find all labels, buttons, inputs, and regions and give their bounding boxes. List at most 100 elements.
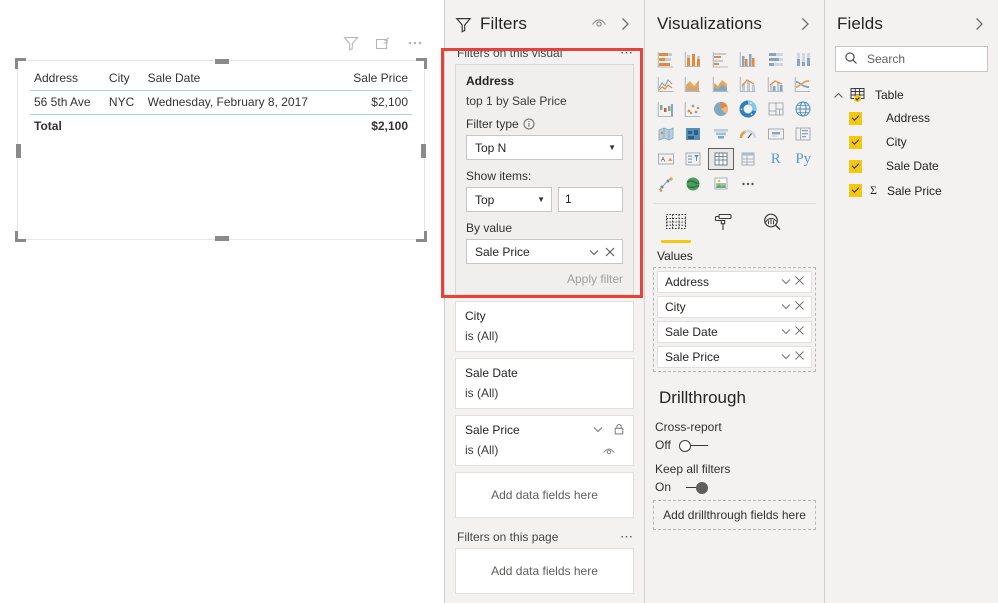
- filter-type-dropdown[interactable]: Top N ▼: [466, 135, 623, 160]
- well-item-city[interactable]: City: [657, 296, 812, 318]
- map-icon[interactable]: [791, 98, 817, 120]
- 100-stacked-column-chart-icon[interactable]: [791, 48, 817, 70]
- filter-icon[interactable]: [342, 34, 360, 52]
- field-row-city[interactable]: City: [825, 130, 998, 154]
- field-row-sale-date[interactable]: Sale Date: [825, 154, 998, 178]
- resize-handle-top-center[interactable]: [215, 59, 229, 64]
- chevron-right-icon[interactable]: [796, 15, 814, 33]
- chevron-up-icon[interactable]: [833, 90, 844, 101]
- resize-handle-middle-left[interactable]: [16, 144, 21, 158]
- eye-icon[interactable]: [590, 15, 608, 33]
- field-checkbox-sale-date[interactable]: [849, 159, 862, 173]
- resize-handle-bottom-center[interactable]: [215, 236, 229, 241]
- filters-page-more-icon[interactable]: ⋯: [620, 530, 634, 543]
- filter-card-sale-price[interactable]: Sale Price is (All): [455, 415, 634, 466]
- card-icon[interactable]: [763, 123, 789, 145]
- line-stacked-column-chart-icon[interactable]: [736, 73, 762, 95]
- 100-stacked-bar-chart-icon[interactable]: [763, 48, 789, 70]
- well-item-address[interactable]: Address: [657, 271, 812, 293]
- filter-card-city[interactable]: City is (All): [455, 301, 634, 352]
- filters-visual-more-icon[interactable]: ⋯: [620, 46, 634, 59]
- chevron-down-icon[interactable]: [779, 324, 793, 341]
- add-data-fields-visual[interactable]: Add data fields here: [455, 472, 634, 518]
- fields-table-node[interactable]: Table: [825, 84, 998, 106]
- chevron-right-icon[interactable]: [616, 15, 634, 33]
- resize-handle-bottom-left[interactable]: [15, 231, 26, 242]
- line-clustered-column-chart-icon[interactable]: [763, 73, 789, 95]
- donut-chart-icon[interactable]: [736, 98, 762, 120]
- search-input[interactable]: [865, 51, 979, 67]
- add-data-fields-page[interactable]: Add data fields here: [455, 548, 634, 594]
- field-checkbox-sale-price[interactable]: [849, 184, 862, 197]
- funnel-chart-icon[interactable]: [708, 123, 734, 145]
- remove-field-icon[interactable]: [793, 274, 806, 290]
- multi-row-card-icon[interactable]: [791, 123, 817, 145]
- info-icon[interactable]: [523, 118, 535, 130]
- well-item-sale-price[interactable]: Sale Price: [657, 346, 812, 368]
- r-script-visual-icon[interactable]: R: [763, 148, 789, 170]
- column-header-city[interactable]: City: [104, 68, 144, 91]
- python-visual-icon[interactable]: Py: [791, 148, 817, 170]
- column-header-sale-price[interactable]: Sale Price: [339, 68, 412, 91]
- clustered-bar-chart-icon[interactable]: [708, 48, 734, 70]
- field-checkbox-address[interactable]: [849, 111, 862, 125]
- chevron-down-icon[interactable]: [779, 274, 793, 291]
- well-item-sale-date[interactable]: Sale Date: [657, 321, 812, 343]
- table-row[interactable]: 56 5th Ave NYC Wednesday, February 8, 20…: [30, 90, 412, 115]
- chevron-down-icon[interactable]: [779, 349, 793, 366]
- chevron-down-icon[interactable]: [591, 422, 605, 436]
- pie-chart-icon[interactable]: [708, 98, 734, 120]
- cross-report-toggle[interactable]: [678, 439, 709, 452]
- remove-field-icon[interactable]: [793, 324, 806, 340]
- chevron-down-icon[interactable]: [587, 245, 601, 259]
- treemap-icon[interactable]: [763, 98, 789, 120]
- resize-handle-top-left[interactable]: [15, 58, 26, 69]
- lock-icon[interactable]: [612, 422, 626, 436]
- arcgis-map-icon[interactable]: [681, 173, 707, 195]
- keep-all-filters-toggle[interactable]: [679, 481, 709, 494]
- table-icon[interactable]: [708, 148, 734, 170]
- resize-handle-bottom-right[interactable]: [416, 231, 427, 242]
- field-row-sale-price[interactable]: Σ Sale Price: [825, 178, 998, 203]
- field-row-address[interactable]: Address: [825, 106, 998, 130]
- show-items-count-input[interactable]: 1: [558, 187, 623, 212]
- chevron-down-icon[interactable]: [779, 299, 793, 316]
- show-items-direction-dropdown[interactable]: Top ▼: [466, 187, 552, 212]
- remove-field-icon[interactable]: [793, 299, 806, 315]
- table-visual[interactable]: Address City Sale Date Sale Price 56 5th…: [15, 58, 427, 242]
- area-chart-icon[interactable]: [681, 73, 707, 95]
- shape-map-icon[interactable]: [681, 123, 707, 145]
- field-checkbox-city[interactable]: [849, 135, 862, 149]
- column-header-sale-date[interactable]: Sale Date: [143, 68, 340, 91]
- format-tab[interactable]: [709, 212, 739, 243]
- column-header-address[interactable]: Address: [30, 68, 105, 91]
- chevron-right-icon[interactable]: [970, 15, 988, 33]
- resize-handle-top-right[interactable]: [416, 58, 427, 69]
- fields-search-box[interactable]: [835, 46, 988, 72]
- more-visuals-icon[interactable]: [736, 173, 762, 195]
- remove-by-value-icon[interactable]: [604, 246, 616, 258]
- stacked-bar-chart-icon[interactable]: [653, 48, 679, 70]
- waterfall-chart-icon[interactable]: [653, 98, 679, 120]
- filter-card-address[interactable]: Address top 1 by Sale Price Filter type …: [455, 64, 634, 295]
- analytics-tab[interactable]: [757, 212, 787, 243]
- gauge-chart-icon[interactable]: [736, 123, 762, 145]
- resize-handle-middle-right[interactable]: [421, 144, 426, 158]
- filled-map-icon[interactable]: [653, 123, 679, 145]
- key-influencers-icon[interactable]: [653, 173, 679, 195]
- stacked-column-chart-icon[interactable]: [681, 48, 707, 70]
- eye-icon[interactable]: [602, 445, 616, 459]
- filter-card-sale-date[interactable]: Sale Date is (All): [455, 358, 634, 409]
- fields-tab[interactable]: [661, 212, 691, 243]
- stacked-area-chart-icon[interactable]: [708, 73, 734, 95]
- paginated-report-icon[interactable]: [708, 173, 734, 195]
- focus-mode-icon[interactable]: [374, 34, 392, 52]
- ribbon-chart-icon[interactable]: [791, 73, 817, 95]
- apply-filter-button[interactable]: Apply filter: [567, 272, 623, 286]
- slicer-icon[interactable]: [681, 148, 707, 170]
- kpi-icon[interactable]: A: [653, 148, 679, 170]
- scatter-chart-icon[interactable]: [681, 98, 707, 120]
- line-chart-icon[interactable]: [653, 73, 679, 95]
- remove-field-icon[interactable]: [793, 349, 806, 365]
- more-options-icon[interactable]: [406, 34, 424, 52]
